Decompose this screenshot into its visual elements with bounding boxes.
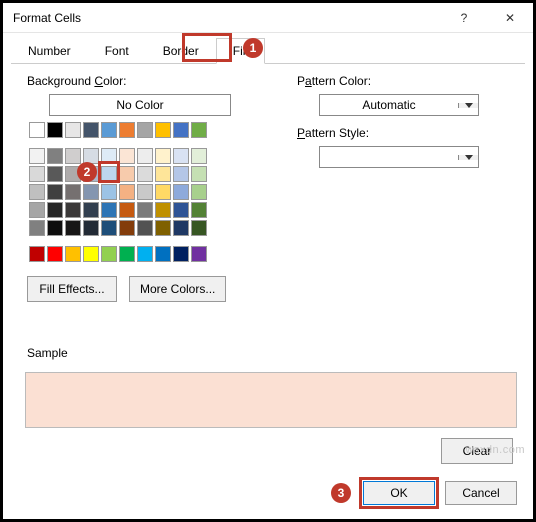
- close-button[interactable]: ✕: [487, 3, 533, 33]
- color-swatch[interactable]: [119, 220, 135, 236]
- color-swatch[interactable]: [101, 122, 117, 138]
- color-swatch[interactable]: [137, 148, 153, 164]
- color-swatch[interactable]: [83, 184, 99, 200]
- pattern-color-combo[interactable]: Automatic: [319, 94, 479, 116]
- color-swatch[interactable]: [101, 184, 117, 200]
- fill-effects-button[interactable]: Fill Effects...: [27, 276, 117, 302]
- background-color-label: Background Color:: [27, 74, 257, 88]
- color-swatch[interactable]: [119, 166, 135, 182]
- color-swatch[interactable]: [65, 184, 81, 200]
- chevron-down-icon: [458, 103, 478, 108]
- color-swatch[interactable]: [173, 184, 189, 200]
- color-swatch[interactable]: [137, 122, 153, 138]
- color-swatch[interactable]: [173, 202, 189, 218]
- color-swatch[interactable]: [83, 122, 99, 138]
- color-swatch[interactable]: [29, 148, 45, 164]
- more-colors-button[interactable]: More Colors...: [129, 276, 226, 302]
- color-swatch[interactable]: [173, 166, 189, 182]
- color-swatch[interactable]: [47, 122, 63, 138]
- color-swatch[interactable]: [191, 122, 207, 138]
- color-swatch[interactable]: [155, 220, 171, 236]
- watermark: wsxdn.com: [465, 444, 525, 456]
- color-swatch[interactable]: [173, 148, 189, 164]
- highlight-tab-fill: [182, 33, 232, 62]
- titlebar: Format Cells ? ✕: [3, 3, 533, 33]
- tab-number[interactable]: Number: [11, 38, 88, 64]
- annotation-badge-1: 1: [243, 38, 263, 58]
- color-swatch[interactable]: [173, 122, 189, 138]
- color-swatch[interactable]: [137, 166, 153, 182]
- annotation-badge-3: 3: [331, 483, 351, 503]
- color-swatch[interactable]: [155, 246, 171, 262]
- color-swatch[interactable]: [191, 246, 207, 262]
- color-swatch[interactable]: [191, 184, 207, 200]
- color-swatch[interactable]: [29, 184, 45, 200]
- sample-preview: [25, 372, 517, 428]
- color-swatch[interactable]: [47, 246, 63, 262]
- help-button[interactable]: ?: [441, 3, 487, 33]
- color-swatch[interactable]: [47, 220, 63, 236]
- color-swatch[interactable]: [47, 202, 63, 218]
- color-swatch[interactable]: [137, 246, 153, 262]
- color-swatch[interactable]: [155, 122, 171, 138]
- color-swatch[interactable]: [191, 220, 207, 236]
- color-swatch[interactable]: [137, 202, 153, 218]
- highlight-ok: [359, 477, 439, 509]
- pattern-color-value: Automatic: [320, 95, 458, 115]
- color-swatch[interactable]: [137, 184, 153, 200]
- color-swatch[interactable]: [191, 202, 207, 218]
- color-swatch[interactable]: [65, 202, 81, 218]
- color-swatch[interactable]: [65, 220, 81, 236]
- annotation-badge-2: 2: [77, 162, 97, 182]
- pattern-color-label: Pattern Color:: [297, 74, 479, 88]
- color-swatch[interactable]: [101, 246, 117, 262]
- color-swatch[interactable]: [47, 166, 63, 182]
- color-swatch[interactable]: [65, 246, 81, 262]
- color-swatch[interactable]: [155, 184, 171, 200]
- color-swatch[interactable]: [155, 166, 171, 182]
- color-swatch[interactable]: [83, 220, 99, 236]
- color-swatch[interactable]: [137, 220, 153, 236]
- no-color-button[interactable]: No Color: [49, 94, 231, 116]
- color-swatch[interactable]: [65, 122, 81, 138]
- color-swatch[interactable]: [65, 148, 81, 164]
- highlight-selected-swatch: [98, 161, 120, 183]
- pattern-style-combo[interactable]: [319, 146, 479, 168]
- color-swatch[interactable]: [83, 202, 99, 218]
- color-swatch[interactable]: [29, 122, 45, 138]
- color-swatch[interactable]: [119, 148, 135, 164]
- color-swatch[interactable]: [119, 202, 135, 218]
- color-swatch[interactable]: [101, 202, 117, 218]
- color-swatch[interactable]: [155, 148, 171, 164]
- color-swatch[interactable]: [173, 246, 189, 262]
- chevron-down-icon: [458, 155, 478, 160]
- color-swatch[interactable]: [29, 202, 45, 218]
- color-swatch[interactable]: [29, 166, 45, 182]
- tab-font[interactable]: Font: [88, 38, 146, 64]
- color-swatch[interactable]: [191, 166, 207, 182]
- color-swatch[interactable]: [29, 246, 45, 262]
- color-swatch[interactable]: [155, 202, 171, 218]
- tab-strip: Number Font Border Fill 1: [11, 37, 525, 64]
- color-swatch[interactable]: [119, 184, 135, 200]
- color-swatch[interactable]: [29, 220, 45, 236]
- color-swatch[interactable]: [191, 148, 207, 164]
- color-swatch[interactable]: [173, 220, 189, 236]
- pattern-style-label: Pattern Style:: [297, 126, 479, 140]
- color-swatch[interactable]: [119, 122, 135, 138]
- dialog-title: Format Cells: [13, 11, 441, 25]
- color-swatch[interactable]: [47, 148, 63, 164]
- color-swatch[interactable]: [101, 220, 117, 236]
- color-swatch[interactable]: [119, 246, 135, 262]
- color-swatch[interactable]: [83, 246, 99, 262]
- color-palette: 2: [29, 122, 257, 262]
- color-swatch[interactable]: [47, 184, 63, 200]
- sample-label: Sample: [27, 346, 517, 360]
- cancel-button[interactable]: Cancel: [445, 481, 517, 505]
